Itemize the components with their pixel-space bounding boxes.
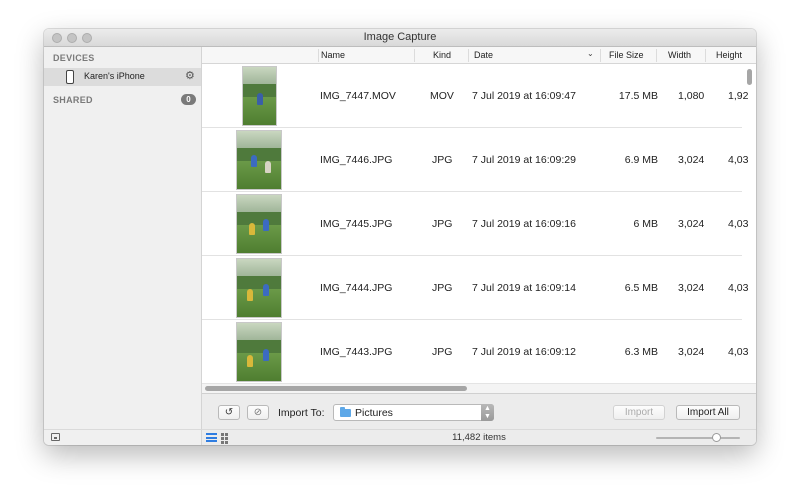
- iphone-icon: [66, 70, 74, 84]
- file-width: 1,080: [678, 90, 705, 102]
- file-name: IMG_7443.JPG: [320, 346, 393, 358]
- file-height: 4,03: [728, 154, 749, 166]
- file-name: IMG_7444.JPG: [320, 282, 393, 294]
- table-row[interactable]: IMG_7446.JPG JPG 7 Jul 2019 at 16:09:29 …: [202, 128, 748, 192]
- table-rows: IMG_7447.MOV MOV 7 Jul 2019 at 16:09:47 …: [202, 64, 756, 393]
- slider-knob[interactable]: [712, 433, 721, 442]
- shared-count-badge: 0: [181, 94, 196, 105]
- photo-thumbnail: [236, 258, 282, 318]
- video-thumbnail: [242, 66, 277, 126]
- select-arrows-icon: ▲ ▼: [481, 404, 494, 421]
- column-height[interactable]: Height: [716, 50, 742, 62]
- shared-header: SHARED: [53, 95, 93, 105]
- file-size: 6 MB: [633, 218, 658, 230]
- import-destination-value: Pictures: [355, 407, 393, 419]
- file-size: 6.9 MB: [624, 154, 658, 166]
- sidebar: DEVICES Karen's iPhone ⚙ SHARED 0: [44, 47, 202, 429]
- window-title: Image Capture: [363, 31, 437, 43]
- file-height: 4,03: [728, 346, 749, 358]
- image-capture-window: Image Capture DEVICES Karen's iPhone ⚙ S…: [44, 29, 756, 445]
- file-height: 1,92: [728, 90, 749, 102]
- file-height: 4,03: [728, 218, 749, 230]
- photo-thumbnail: [236, 130, 282, 190]
- file-date: 7 Jul 2019 at 16:09:29: [472, 154, 576, 166]
- sidebar-status-bar: [44, 429, 202, 445]
- file-height: 4,03: [728, 282, 749, 294]
- import-to-label: Import To:: [278, 407, 325, 419]
- file-table: Name Kind Date ⌄ File Size Width Height …: [202, 47, 756, 393]
- file-date: 7 Jul 2019 at 16:09:14: [472, 282, 576, 294]
- column-width[interactable]: Width: [668, 50, 691, 62]
- rotate-button[interactable]: ↺: [218, 405, 240, 420]
- file-size: 6.3 MB: [624, 346, 658, 358]
- import-toolbar: ↺ ⊘ Import To: Pictures ▲ ▼ Import Import…: [202, 393, 756, 429]
- title-bar: Image Capture: [44, 29, 756, 47]
- column-kind[interactable]: Kind: [433, 50, 451, 62]
- table-header: Name Kind Date ⌄ File Size Width Height: [202, 47, 756, 64]
- vertical-scrollbar[interactable]: [747, 67, 753, 387]
- photo-thumbnail: [236, 322, 282, 382]
- file-name: IMG_7446.JPG: [320, 154, 393, 166]
- eject-gear-icon[interactable]: ⚙: [185, 70, 195, 83]
- file-width: 3,024: [678, 282, 705, 294]
- file-kind: JPG: [432, 218, 453, 230]
- file-name: IMG_7447.MOV: [320, 90, 396, 102]
- table-row[interactable]: IMG_7444.JPG JPG 7 Jul 2019 at 16:09:14 …: [202, 256, 748, 320]
- horizontal-scrollbar-thumb[interactable]: [205, 386, 467, 391]
- file-date: 7 Jul 2019 at 16:09:12: [472, 346, 576, 358]
- delete-icon: ⊘: [253, 407, 263, 418]
- column-file-size[interactable]: File Size: [609, 50, 644, 62]
- folder-icon: [340, 407, 351, 417]
- file-kind: JPG: [432, 282, 453, 294]
- column-name[interactable]: Name: [321, 50, 345, 62]
- import-all-button[interactable]: Import All: [676, 405, 740, 420]
- table-row[interactable]: IMG_7445.JPG JPG 7 Jul 2019 at 16:09:16 …: [202, 192, 748, 256]
- file-date: 7 Jul 2019 at 16:09:16: [472, 218, 576, 230]
- file-name: IMG_7445.JPG: [320, 218, 393, 230]
- file-size: 6.5 MB: [624, 282, 658, 294]
- import-destination-select[interactable]: Pictures ▲ ▼: [333, 404, 494, 421]
- file-kind: JPG: [432, 346, 453, 358]
- sidebar-item-device[interactable]: Karen's iPhone ⚙: [44, 68, 201, 86]
- file-width: 3,024: [678, 346, 705, 358]
- photo-thumbnail: [236, 194, 282, 254]
- vertical-scrollbar-thumb[interactable]: [747, 69, 752, 85]
- status-bar: 11,482 items: [202, 429, 756, 445]
- rotate-left-icon: ↺: [224, 407, 234, 418]
- table-row[interactable]: IMG_7443.JPG JPG 7 Jul 2019 at 16:09:12 …: [202, 320, 748, 384]
- delete-button[interactable]: ⊘: [247, 405, 269, 420]
- file-width: 3,024: [678, 154, 705, 166]
- horizontal-scrollbar[interactable]: [202, 383, 756, 393]
- device-name: Karen's iPhone: [84, 71, 145, 81]
- sidebar-toggle-icon[interactable]: [51, 433, 60, 441]
- file-size: 17.5 MB: [618, 90, 658, 102]
- file-date: 7 Jul 2019 at 16:09:47: [472, 90, 576, 102]
- sort-chevron-down-icon[interactable]: ⌄: [587, 49, 594, 58]
- import-button[interactable]: Import: [613, 405, 665, 420]
- file-kind: MOV: [430, 90, 454, 102]
- thumbnail-size-slider[interactable]: [656, 433, 740, 442]
- table-row[interactable]: IMG_7447.MOV MOV 7 Jul 2019 at 16:09:47 …: [202, 64, 748, 128]
- file-kind: JPG: [432, 154, 453, 166]
- column-date[interactable]: Date: [474, 50, 493, 62]
- devices-header: DEVICES: [53, 53, 95, 63]
- file-width: 3,024: [678, 218, 705, 230]
